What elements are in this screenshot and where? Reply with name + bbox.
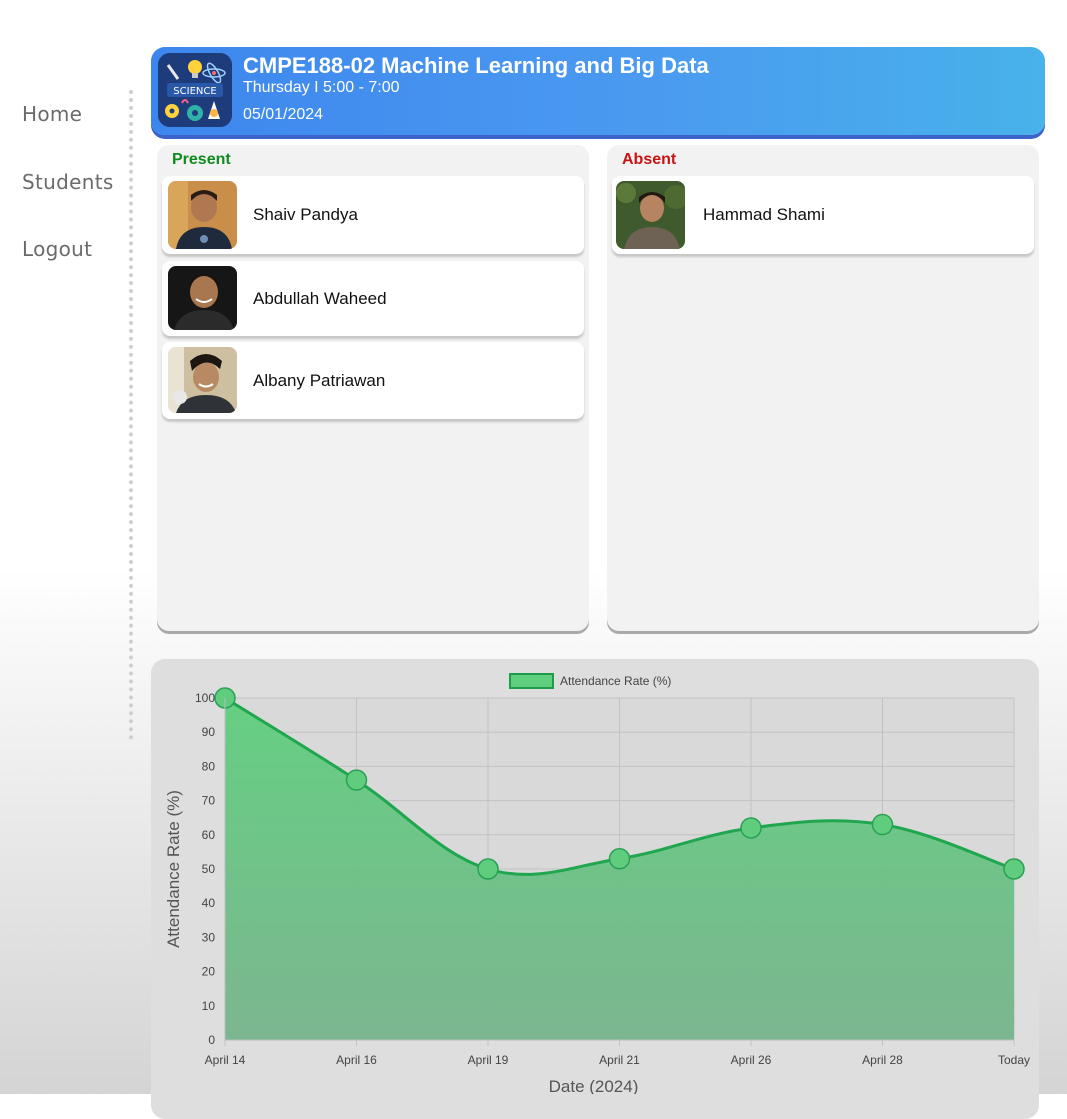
x-tick-label: Today <box>998 1053 1030 1067</box>
x-tick-label: April 14 <box>205 1053 246 1067</box>
y-axis-title: Attendance Rate (%) <box>164 790 183 948</box>
absent-heading: Absent <box>622 151 677 168</box>
student-avatar <box>168 347 237 413</box>
student-name: Albany Patriawan <box>253 371 386 390</box>
sidebar-nav: Home Students Logout <box>0 0 133 760</box>
data-point <box>871 813 894 836</box>
present-panel: Present Shaiv Pandya Abdullah Waheed Alb… <box>157 145 589 631</box>
y-tick-label: 20 <box>202 965 216 979</box>
y-tick-label: 40 <box>202 896 216 910</box>
x-tick-label: April 16 <box>336 1053 377 1067</box>
student-avatar <box>168 181 237 249</box>
student-name: Hammad Shami <box>703 205 825 224</box>
student-card-present[interactable]: Shaiv Pandya <box>162 176 584 254</box>
student-name: Shaiv Pandya <box>253 205 358 224</box>
data-point <box>477 858 499 880</box>
course-title: CMPE188-02 Machine Learning and Big Data <box>243 53 709 78</box>
y-tick-label: 100 <box>195 691 215 705</box>
data-point <box>608 847 631 870</box>
x-tick-label: April 28 <box>862 1053 903 1067</box>
student-avatar <box>616 181 685 249</box>
y-tick-label: 10 <box>202 999 216 1013</box>
y-tick-label: 60 <box>202 828 216 842</box>
attendance-chart: 0 10 20 30 40 50 60 70 80 90 100 April 14 April 16 Ap… <box>164 673 1030 1094</box>
y-tick-label: 90 <box>202 725 216 739</box>
legend-label: Attendance Rate (%) <box>560 674 671 688</box>
x-tick-label: April 21 <box>599 1053 640 1067</box>
nav-students-link[interactable]: Students <box>22 170 114 194</box>
y-tick-label: 70 <box>202 794 216 808</box>
nav-logout-link[interactable]: Logout <box>22 237 92 261</box>
svg-text:SCIENCE: SCIENCE <box>173 86 216 97</box>
y-tick-label: 0 <box>208 1033 215 1047</box>
legend-swatch <box>509 673 554 689</box>
student-card-absent[interactable]: Hammad Shami <box>612 176 1034 254</box>
y-tick-label: 80 <box>202 759 216 773</box>
data-point <box>345 769 368 791</box>
x-tick-label: April 19 <box>468 1053 509 1067</box>
science-logo-icon: SCIENCE <box>158 53 232 127</box>
course-header: SCIENCE CMPE188-02 Machine Learning and … <box>151 47 1045 135</box>
x-axis-title: Date (2024) <box>549 1077 639 1094</box>
student-card-present[interactable]: Abdullah Waheed <box>162 261 584 336</box>
attendance-chart-panel: 0 10 20 30 40 50 60 70 80 90 100 April 14 April 16 Ap… <box>151 659 1039 1119</box>
student-card-present[interactable]: Albany Patriawan <box>162 342 584 419</box>
course-schedule: Thursday I 5:00 - 7:00 <box>243 79 400 96</box>
absent-panel: Absent Hammad Shami <box>607 145 1039 631</box>
y-tick-label: 50 <box>202 862 216 876</box>
student-avatar <box>168 266 237 330</box>
x-tick-label: April 26 <box>731 1053 772 1067</box>
student-name: Abdullah Waheed <box>253 289 387 308</box>
nav-home-link[interactable]: Home <box>22 102 82 126</box>
data-point <box>1003 858 1025 880</box>
y-tick-label: 30 <box>202 930 216 944</box>
sidebar-divider <box>129 90 133 740</box>
course-date: 05/01/2024 <box>243 106 324 123</box>
present-heading: Present <box>172 151 231 168</box>
data-point <box>740 817 762 839</box>
